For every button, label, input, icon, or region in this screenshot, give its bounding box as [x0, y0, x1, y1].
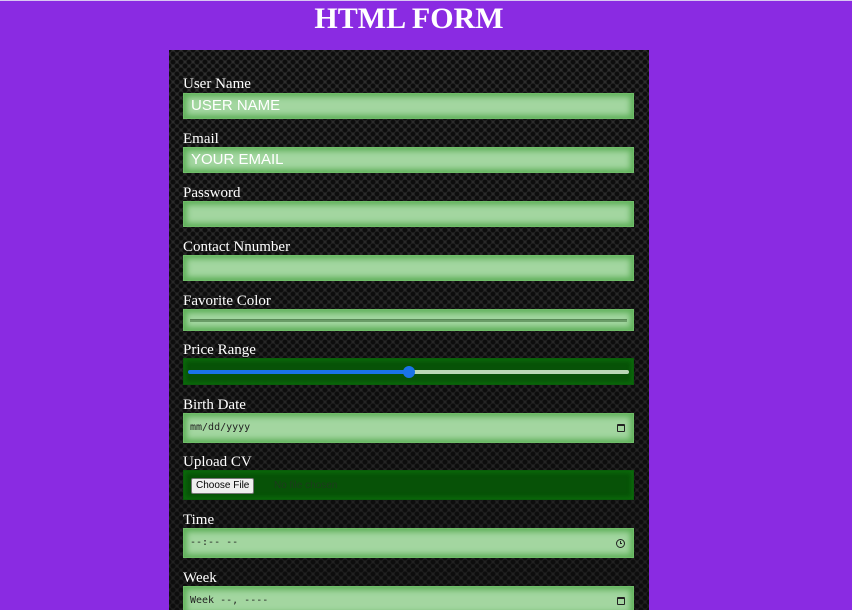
birth-date-placeholder: mm/dd/yyyy	[190, 422, 251, 433]
slider-track-filled	[188, 370, 409, 374]
page-title: HTML FORM	[314, 2, 504, 35]
upload-cv-input[interactable]: Choose File No file chosen	[183, 470, 634, 500]
user-name-input[interactable]: USER NAME	[183, 93, 634, 119]
clock-icon[interactable]	[616, 539, 625, 548]
color-swatch	[190, 319, 627, 322]
file-status-text: No file chosen	[274, 480, 338, 491]
favorite-color-label: Favorite Color	[183, 293, 271, 309]
contact-number-input[interactable]	[183, 255, 634, 281]
week-input[interactable]: Week --, ----	[183, 586, 634, 610]
user-name-placeholder: USER NAME	[191, 97, 281, 114]
calendar-icon[interactable]	[617, 424, 625, 432]
form-panel: User Name USER NAME Email YOUR EMAIL Pas…	[169, 50, 649, 610]
birth-date-label: Birth Date	[183, 397, 246, 413]
top-border-line	[0, 0, 852, 1]
email-placeholder: YOUR EMAIL	[191, 151, 284, 168]
price-range-slider[interactable]	[183, 358, 634, 385]
email-input[interactable]: YOUR EMAIL	[183, 147, 634, 173]
week-label: Week	[183, 570, 217, 586]
time-placeholder: --:-- --	[190, 537, 239, 548]
choose-file-button[interactable]: Choose File	[191, 478, 255, 494]
week-placeholder: Week --, ----	[190, 595, 269, 606]
favorite-color-picker[interactable]	[183, 309, 634, 331]
time-label: Time	[183, 512, 215, 528]
user-name-label: User Name	[183, 76, 251, 92]
birth-date-input[interactable]: mm/dd/yyyy	[183, 413, 634, 443]
calendar-icon[interactable]	[617, 597, 625, 605]
email-label: Email	[183, 131, 219, 147]
slider-thumb[interactable]	[402, 366, 415, 378]
password-input[interactable]	[183, 201, 634, 227]
upload-cv-label: Upload CV	[183, 454, 252, 470]
password-label: Password	[183, 185, 241, 201]
time-input[interactable]: --:-- --	[183, 528, 634, 558]
price-range-label: Price Range	[183, 342, 256, 358]
contact-number-label: Contact Nnumber	[183, 239, 291, 255]
slider-track-empty	[408, 370, 629, 374]
